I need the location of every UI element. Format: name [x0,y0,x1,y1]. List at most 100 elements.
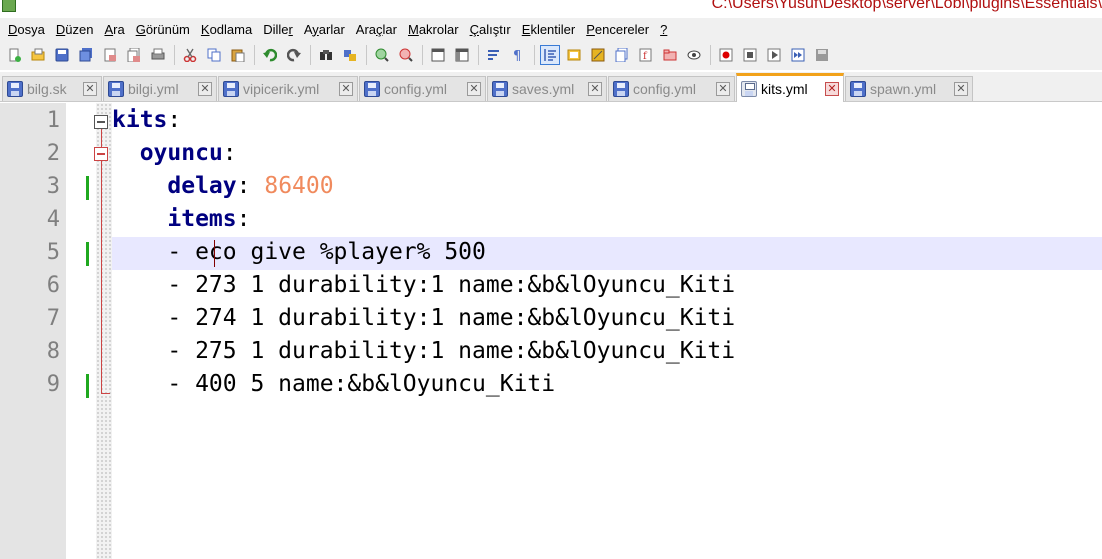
tab-close-icon[interactable]: ✕ [825,82,839,96]
menu-item-4[interactable]: Kodlama [195,22,257,37]
menu-item-6[interactable]: Ayarlar [298,22,350,37]
undo-icon [263,48,277,62]
code-text[interactable]: - 273 1 durability:1 name:&b&lOyuncu_Kit… [112,272,735,298]
toolbar-separator [534,45,535,65]
menu-item-label-pre: Dille [263,21,289,37]
monitor-button[interactable] [684,45,704,65]
close-icon [103,48,117,62]
save-icon [55,48,69,62]
open-file-button[interactable] [28,45,48,65]
undo-button[interactable] [260,45,280,65]
file-disk-icon [850,81,866,97]
user-language-button[interactable] [564,45,584,65]
tab-close-icon[interactable]: ✕ [467,82,481,96]
menu-item-mnemonic: P [586,21,595,37]
paste-button[interactable] [228,45,248,65]
menu-item-label-rest: örünüm [145,21,190,37]
app-icon[interactable] [2,0,16,12]
show-all-chars-button[interactable]: ¶ [508,45,528,65]
tab-bilg-sk[interactable]: bilg.sk ✕ [2,76,102,101]
menu-item-7[interactable]: Araçlar [350,22,402,37]
code-line: 5 - eco give %player% 500 [0,237,1102,270]
menu-item-1[interactable]: Düzen [50,22,99,37]
show-all-chars-icon: ¶ [511,48,525,62]
fold-guide-line [101,129,102,147]
code-text[interactable]: - 400 5 name:&b&lOyuncu_Kiti [112,371,555,397]
tab-close-icon[interactable]: ✕ [83,82,97,96]
tab-label: bilgi.yml [128,81,179,97]
word-wrap-icon [487,48,501,62]
line-number: 7 [46,306,60,331]
menu-item-3[interactable]: Görünüm [130,22,195,37]
editor[interactable]: 1 kits: 2 oyuncu: 3 delay: 86400 4 items: 5 -… [0,103,1102,559]
menu-item-2[interactable]: Ara [98,22,129,37]
code-text[interactable]: kits: [112,107,181,133]
menu-item-mnemonic: G [135,21,146,37]
sync-vertical-button[interactable] [428,45,448,65]
tab-close-icon[interactable]: ✕ [716,82,730,96]
copy-button[interactable] [204,45,224,65]
tab-close-icon[interactable]: ✕ [339,82,353,96]
tab-bilgi-yml[interactable]: bilgi.yml ✕ [103,76,217,101]
find-button[interactable] [316,45,336,65]
code-text[interactable]: - 274 1 durability:1 name:&b&lOyuncu_Kit… [112,305,735,331]
find-icon [319,48,333,62]
sync-vertical-icon [431,48,445,62]
print-button[interactable] [148,45,168,65]
sync-horizontal-icon [455,48,469,62]
redo-button[interactable] [284,45,304,65]
code-text[interactable]: - eco give %player% 500 [112,239,486,265]
tab-label: saves.yml [512,81,575,97]
tab-config-yml[interactable]: config.yml ✕ [608,76,735,101]
sync-horizontal-button[interactable] [452,45,472,65]
tab-config-yml[interactable]: config.yml ✕ [359,76,486,101]
save-button[interactable] [52,45,72,65]
menu-item-10[interactable]: Eklentiler [516,22,580,37]
save-all-button[interactable] [76,45,96,65]
run-macro-multiple-button[interactable] [788,45,808,65]
tab-spawn-yml[interactable]: spawn.yml ✕ [845,76,973,101]
tab-close-icon[interactable]: ✕ [954,82,968,96]
tab-close-icon[interactable]: ✕ [198,82,212,96]
code-text[interactable]: oyuncu: [112,140,237,166]
folder-workspace-button[interactable] [660,45,680,65]
indent-guide-button[interactable] [540,45,560,65]
cut-button[interactable] [180,45,200,65]
stop-macro-icon [743,48,757,62]
word-wrap-button[interactable] [484,45,504,65]
zoom-in-icon [375,48,389,62]
new-file-button[interactable] [4,45,24,65]
fold-collapse-icon[interactable] [94,115,108,129]
close-button[interactable] [100,45,120,65]
zoom-out-button[interactable] [396,45,416,65]
fold-collapse-icon[interactable] [94,147,108,161]
save-macro-button[interactable] [812,45,832,65]
menu-item-11[interactable]: Pencereler [580,22,654,37]
tab-saves-yml[interactable]: saves.yml ✕ [487,76,607,101]
tab-vipicerik-yml[interactable]: vipicerik.yml ✕ [218,76,358,101]
replace-button[interactable] [340,45,360,65]
code-text[interactable]: delay: 86400 [112,173,333,199]
file-disk-icon [364,81,380,97]
play-macro-icon [767,48,781,62]
menu-item-label-rest: odlama [209,21,253,37]
record-macro-button[interactable] [716,45,736,65]
stop-macro-button[interactable] [740,45,760,65]
close-all-button[interactable] [124,45,144,65]
menu-item-9[interactable]: Çalıştır [464,22,516,37]
code-text[interactable]: items: [112,206,250,232]
menu-item-8[interactable]: Makrolar [402,22,464,37]
menu-item-5[interactable]: Diller [257,22,298,37]
tab-kits-yml[interactable]: kits.yml ✕ [736,73,844,102]
menu-item-12[interactable]: ? [654,22,672,37]
menu-item-0[interactable]: Dosya [2,22,50,37]
svg-text:¶: ¶ [513,49,521,62]
code-text[interactable]: - 275 1 durability:1 name:&b&lOyuncu_Kit… [112,338,735,364]
tab-close-icon[interactable]: ✕ [588,82,602,96]
menu-item-mnemonic: ? [660,21,668,37]
map-button[interactable] [588,45,608,65]
play-macro-button[interactable] [764,45,784,65]
doc-list-button[interactable] [612,45,632,65]
zoom-in-button[interactable] [372,45,392,65]
function-list-button[interactable]: f [636,45,656,65]
